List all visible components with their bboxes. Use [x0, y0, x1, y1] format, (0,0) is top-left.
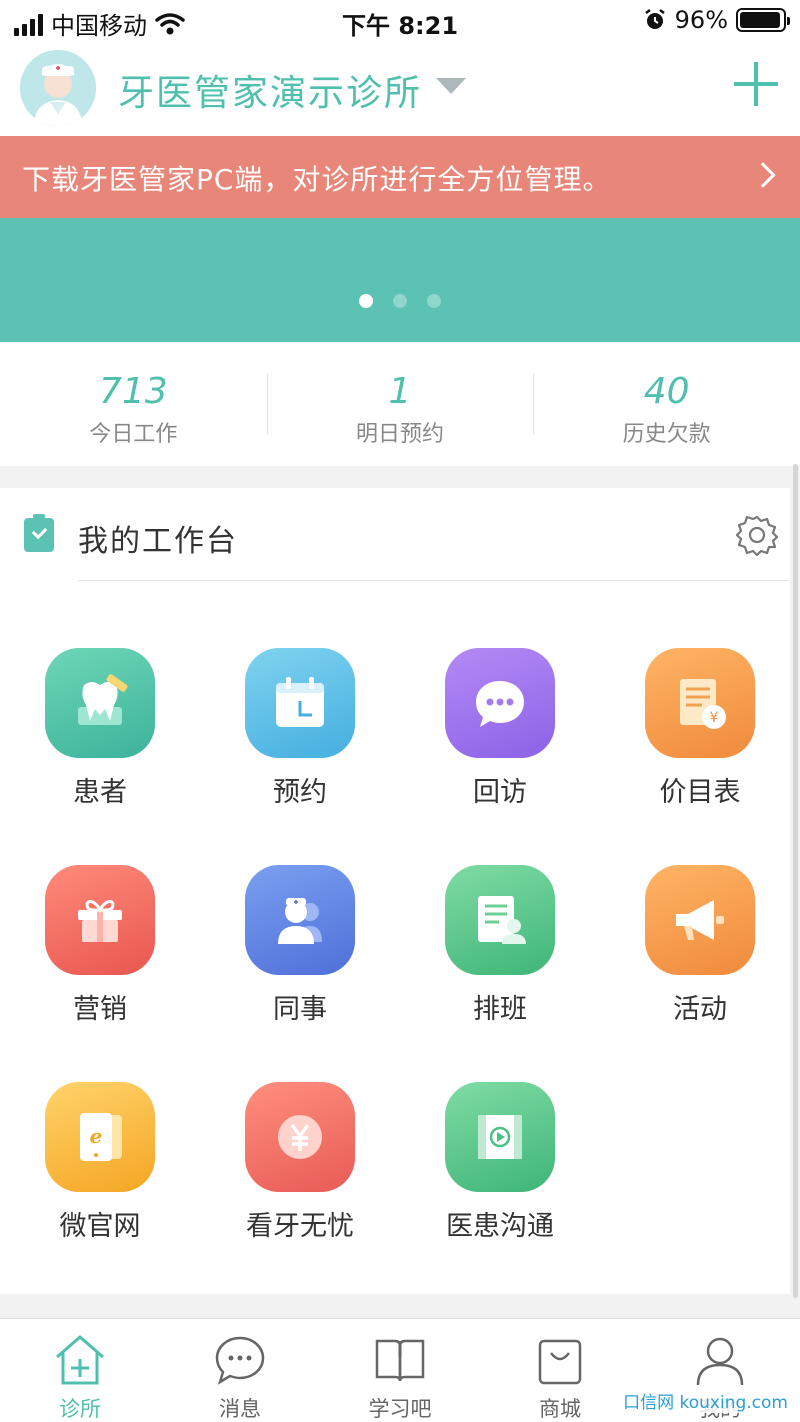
alarm-icon — [644, 9, 665, 29]
chevron-down-icon[interactable] — [436, 78, 466, 94]
divider — [78, 580, 790, 581]
carousel-dot[interactable] — [427, 294, 441, 308]
carousel-banner[interactable] — [0, 218, 800, 342]
tooth-icon — [45, 648, 155, 758]
tab-label: 学习吧 — [368, 1397, 432, 1421]
tile-follow-up[interactable]: 回访 — [400, 648, 600, 848]
add-button[interactable] — [734, 62, 778, 106]
tab-learning[interactable]: 学习吧 — [320, 1319, 480, 1422]
price-list-icon: ¥ — [645, 648, 755, 758]
tile-doctor-patient-communication[interactable]: 医患沟通 — [400, 1082, 600, 1282]
tile-label: 营销 — [73, 994, 127, 1025]
chat-bubble-icon — [445, 648, 555, 758]
schedule-icon — [445, 865, 555, 975]
clinic-icon — [56, 1335, 104, 1385]
tab-label: 诊所 — [59, 1397, 101, 1421]
carousel-dot[interactable] — [359, 294, 373, 308]
tile-appointments[interactable]: 预约 — [200, 648, 400, 848]
stats-summary: 713 今日工作 1 明日预约 40 历史欠款 — [0, 342, 800, 466]
tab-messages[interactable]: 消息 — [160, 1319, 320, 1422]
tab-store[interactable]: 商城 — [480, 1319, 640, 1422]
workbench-title: 我的工作台 — [78, 524, 238, 559]
message-icon — [215, 1336, 265, 1385]
battery-icon — [736, 8, 790, 32]
battery-percent: 96% — [674, 6, 728, 34]
tile-price-list[interactable]: ¥ 价目表 — [600, 648, 800, 848]
tab-label: 商城 — [539, 1397, 581, 1421]
stat-today-work[interactable]: 713 今日工作 — [0, 342, 267, 466]
doctor-avatar-icon — [20, 50, 96, 126]
stat-label: 明日预约 — [356, 422, 445, 447]
workbench-panel: 我的工作台 患者 预约 回访 ¥ 价目表 营销 同事 排班 活动 e 微官网 看… — [0, 488, 790, 1294]
megaphone-icon — [645, 865, 755, 975]
tile-label: 价目表 — [659, 777, 741, 808]
tile-microsite[interactable]: e 微官网 — [0, 1082, 200, 1282]
scrollbar[interactable] — [793, 464, 798, 1298]
tile-label: 回访 — [473, 777, 527, 808]
tile-colleagues[interactable]: 同事 — [200, 865, 400, 1065]
clipboard-check-icon — [24, 514, 54, 552]
colleagues-icon — [245, 865, 355, 975]
pc-download-banner[interactable]: 下载牙医管家PC端，对诊所进行全方位管理。 — [0, 136, 800, 218]
app-header: 牙医管家演示诊所 — [0, 44, 800, 136]
shopping-bag-icon — [538, 1339, 582, 1385]
yuan-icon — [245, 1082, 355, 1192]
stat-value: 1 — [388, 371, 412, 412]
svg-text:¥: ¥ — [710, 710, 719, 726]
workbench-header: 我的工作台 — [0, 488, 790, 581]
svg-text:e: e — [90, 1124, 103, 1148]
banner-text: 下载牙医管家PC端，对诊所进行全方位管理。 — [22, 163, 612, 196]
tile-label: 医患沟通 — [446, 1211, 554, 1242]
tile-scheduling[interactable]: 排班 — [400, 865, 600, 1065]
gear-icon[interactable] — [736, 514, 778, 556]
watermark: 口信网 kouxing.com — [619, 1388, 792, 1413]
tile-label: 活动 — [673, 994, 727, 1025]
video-icon — [445, 1082, 555, 1192]
calendar-icon — [245, 648, 355, 758]
tile-patients[interactable]: 患者 — [0, 648, 200, 848]
tile-label: 看牙无忧 — [246, 1211, 354, 1242]
microsite-icon: e — [45, 1082, 155, 1192]
tile-marketing[interactable]: 营销 — [0, 865, 200, 1065]
tile-label: 微官网 — [59, 1211, 141, 1242]
stat-value: 713 — [98, 371, 168, 412]
tile-label: 患者 — [73, 777, 127, 808]
gift-icon — [45, 865, 155, 975]
avatar[interactable] — [20, 50, 96, 126]
tile-label: 预约 — [273, 777, 327, 808]
carousel-dot[interactable] — [393, 294, 407, 308]
book-icon — [375, 1339, 425, 1382]
carousel-dots — [0, 294, 800, 308]
stat-label: 历史欠款 — [622, 422, 711, 447]
tab-label: 消息 — [219, 1397, 261, 1421]
clinic-name[interactable]: 牙医管家演示诊所 — [118, 64, 422, 116]
status-bar: 中国移动 下午 8:21 96% — [0, 0, 800, 44]
tab-clinic[interactable]: 诊所 — [0, 1319, 160, 1422]
tile-activities[interactable]: 活动 — [600, 865, 800, 1065]
stat-label: 今日工作 — [89, 422, 178, 447]
tile-label: 排班 — [473, 994, 527, 1025]
stat-tomorrow-appointments[interactable]: 1 明日预约 — [266, 342, 534, 466]
stat-value: 40 — [643, 371, 690, 412]
tile-dental-care-worry-free[interactable]: 看牙无忧 — [200, 1082, 400, 1282]
chevron-right-icon — [750, 162, 776, 188]
tile-label: 同事 — [273, 994, 327, 1025]
stat-historical-arrears[interactable]: 40 历史欠款 — [533, 342, 800, 466]
profile-icon — [696, 1337, 744, 1386]
